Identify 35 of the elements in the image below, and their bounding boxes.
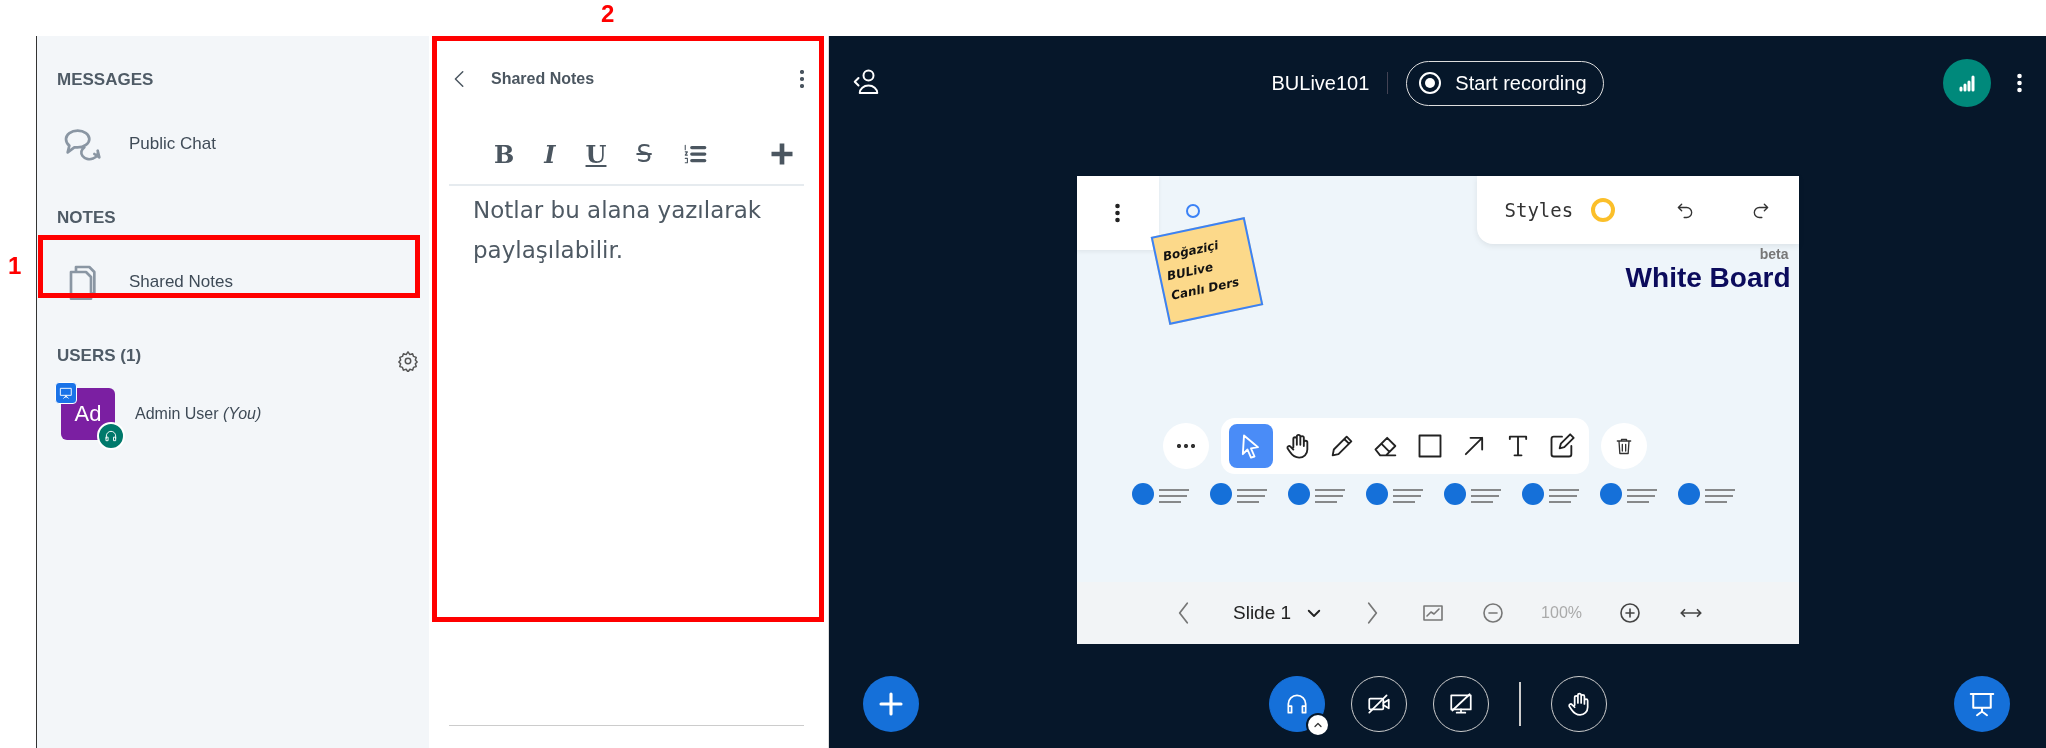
slide-title: White Board <box>1625 262 1791 294</box>
format-button[interactable]: I <box>544 139 556 169</box>
panel-title: Shared Notes <box>491 70 596 88</box>
settings-icon[interactable] <box>397 350 419 372</box>
format-button[interactable]: B <box>494 139 515 169</box>
trash-icon[interactable] <box>1600 423 1647 469</box>
section-heading: MESSAGES <box>56 70 155 90</box>
connection-signal-icon[interactable] <box>1943 59 1991 107</box>
sidebar-item[interactable]: Shared Notes <box>37 250 429 314</box>
notes-text[interactable]: Notlar bu alana yazılarak paylaşılabilir. <box>449 186 804 725</box>
zoom-out-icon[interactable] <box>1481 601 1506 625</box>
format-button[interactable]: U <box>585 139 607 169</box>
color-ring-icon[interactable] <box>1591 198 1616 222</box>
callout-number: 2 <box>601 0 615 28</box>
presentation-icon[interactable] <box>1954 676 2010 732</box>
section-heading: USERS (1) <box>56 346 143 366</box>
zoom-in-icon[interactable] <box>1618 601 1642 625</box>
styles-button[interactable]: Styles <box>1504 199 1574 221</box>
meeting-name: BULive101 <box>1271 71 1370 95</box>
rotate-handle[interactable] <box>1185 204 1200 218</box>
format-button[interactable]: S <box>636 140 652 168</box>
beta-label: beta <box>1759 246 1789 262</box>
menu-button[interactable] <box>1076 176 1159 250</box>
user-row[interactable]: Ad Admin User (You) <box>37 388 429 440</box>
slide-selector[interactable]: Slide 1 <box>1233 602 1324 624</box>
cursor-icon[interactable] <box>1228 424 1273 468</box>
section-heading: NOTES <box>56 208 117 228</box>
more-options-icon <box>1115 203 1120 223</box>
more-options-icon[interactable] <box>800 70 804 88</box>
sidebar-item[interactable]: Public Chat <box>37 112 429 176</box>
callout-number: 1 <box>8 252 22 280</box>
user-name: Admin User (You) <box>135 405 262 423</box>
zoom-level: 100% <box>1541 604 1582 622</box>
more-options-icon[interactable] <box>2017 73 2022 93</box>
plus-icon[interactable] <box>863 676 919 732</box>
